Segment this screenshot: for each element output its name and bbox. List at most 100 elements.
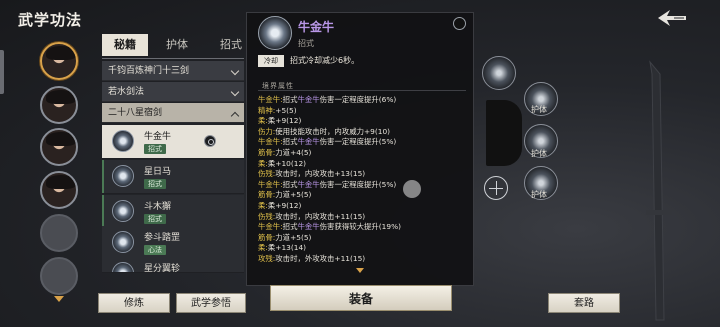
attribute-key: 筋骨: — [258, 232, 276, 242]
skill-detail-type: 招式 — [298, 39, 314, 48]
skill-row-niujinniu[interactable]: 牛金牛 招式 — [102, 125, 244, 159]
character-portrait-3[interactable] — [40, 128, 78, 166]
skill-icon — [112, 262, 134, 272]
attribute-value: 伤害一定程度提升(6%) — [319, 95, 397, 104]
attribute-key: 筋骨: — [258, 190, 276, 200]
attribute-line: 柔:柔+13(14) — [258, 243, 306, 254]
huti-slot-label: 护体 — [531, 149, 547, 158]
attribute-key: 柔: — [258, 158, 268, 168]
character-slot-empty[interactable] — [40, 257, 78, 295]
attribute-key: 伤残: — [258, 211, 276, 221]
attribute-value: 伤害获得较大提升(19%) — [319, 222, 401, 232]
attribute-value: 攻击时，外攻攻击+11(15) — [275, 254, 366, 263]
skill-name: 牛金牛 — [144, 132, 172, 142]
attribute-key: 攻残: — [258, 254, 276, 263]
character-portrait-1[interactable] — [40, 42, 78, 80]
attribute-line: 攻残:攻击时，外攻攻击+11(15) — [258, 254, 365, 265]
page-title: 武学功法 — [18, 11, 83, 29]
equip-slot-icon — [204, 135, 216, 147]
attribute-value: 柔+9(12) — [267, 201, 302, 210]
edge-grip-handle[interactable] — [0, 50, 4, 94]
attribute-key: 柔: — [258, 116, 268, 126]
attribute-value: 招式 — [282, 95, 298, 104]
attribute-value: 柔+10(12) — [267, 158, 307, 168]
skill-icon — [112, 130, 134, 152]
attribute-key: 牛金牛: — [258, 179, 283, 189]
drag-handle[interactable] — [403, 180, 421, 198]
group-label: 若水剑法 — [108, 87, 145, 97]
skill-detail-icon — [258, 16, 292, 50]
skill-tag: 招式 — [144, 144, 166, 154]
attribute-value: 伤害一定程度提升(5%) — [319, 137, 397, 147]
attribute-key: 柔: — [258, 201, 268, 210]
equip-slot-icon — [453, 17, 466, 30]
row-accent — [102, 195, 104, 228]
skill-detail-title: 牛金牛 — [298, 20, 335, 34]
attribute-key: 牛金牛: — [258, 222, 283, 232]
cultivate-button[interactable]: 修炼 — [98, 293, 170, 313]
character-portrait-2[interactable] — [40, 86, 78, 124]
attribute-value: 招式 — [282, 137, 298, 147]
crosshair-icon[interactable] — [484, 176, 508, 200]
slot-hub — [486, 100, 522, 166]
comprehend-button[interactable]: 武学参悟 — [176, 293, 246, 313]
skill-name-highlight: 牛金牛 — [297, 179, 320, 189]
character-portrait-4[interactable] — [40, 171, 78, 209]
attribute-line: 筋骨:力道+5(5) — [258, 190, 311, 201]
skill-row-xingfen[interactable]: 星分翼轸 — [102, 257, 244, 273]
attribute-key: 筋骨: — [258, 148, 276, 157]
huti-slot-label: 护体 — [531, 105, 547, 114]
skill-name: 星日马 — [144, 167, 172, 177]
skill-row-xingrima[interactable]: 星日马 招式 — [102, 160, 244, 194]
character-slot-empty[interactable] — [40, 214, 78, 252]
group-row-ershiba[interactable]: 二十八星宿剑 — [102, 103, 244, 123]
huti-slot-label: 护体 — [531, 190, 547, 199]
chevron-down-icon — [230, 66, 240, 76]
attribute-line: 筋骨:力道+4(5) — [258, 148, 311, 159]
skill-name: 星分翼轸 — [144, 264, 181, 273]
attribute-value: 力道+5(5) — [275, 190, 312, 200]
attribute-value: 攻击时，内攻攻击+11(15) — [275, 211, 366, 221]
attribute-line: 筋骨:力道+5(5) — [258, 233, 311, 244]
skill-name: 参斗踏罡 — [144, 233, 181, 243]
attribute-value: 招式 — [282, 179, 298, 189]
tab-miji[interactable]: 秘籍 — [102, 34, 148, 56]
group-label: 二十八星宿剑 — [108, 108, 163, 118]
scroll-down-icon[interactable] — [54, 296, 64, 302]
skill-name-highlight: 牛金牛 — [297, 137, 320, 147]
attribute-line: 牛金牛:招式牛金牛伤害一定程度提升(5%) — [258, 180, 396, 191]
chevron-down-icon — [230, 87, 240, 97]
back-arrow-icon[interactable] — [654, 6, 690, 30]
attribute-value: 招式 — [282, 222, 298, 232]
attribute-line: 牛金牛:招式牛金牛伤害一定程度提升(6%) — [258, 95, 396, 106]
group-label: 千钧百炼神门十三剑 — [108, 66, 190, 76]
attribute-line: 牛金牛:招式牛金牛伤害获得较大提升(19%) — [258, 222, 401, 233]
tab-divider — [102, 58, 244, 59]
skill-row-doumuxie[interactable]: 斗木獬 招式 — [102, 195, 244, 229]
group-row-qianjun[interactable]: 千钧百炼神门十三剑 — [102, 61, 244, 81]
equip-button[interactable]: 装备 — [270, 285, 452, 311]
attribute-line: 柔:柔+10(12) — [258, 159, 306, 170]
tab-huti[interactable]: 护体 — [154, 34, 200, 56]
sword-icon — [646, 60, 672, 321]
technique-slot-1[interactable] — [482, 56, 516, 90]
attribute-key: 柔: — [258, 243, 268, 253]
scroll-down-icon[interactable] — [356, 268, 364, 273]
cooldown-text: 招式冷却减少6秒。 — [290, 56, 360, 65]
cooldown-badge: 冷却 — [258, 55, 284, 67]
attribute-line: 伤力:使用技能攻击时，内攻威力+9(10) — [258, 127, 390, 138]
attribute-line: 牛金牛:招式牛金牛伤害一定程度提升(5%) — [258, 137, 396, 148]
attribute-value: +5(5) — [275, 105, 297, 115]
group-row-ruoshui[interactable]: 若水剑法 — [102, 82, 244, 102]
attribute-key: 伤残: — [258, 169, 276, 179]
attribute-value: 伤害一定程度提升(5%) — [319, 179, 397, 189]
skill-tag: 心法 — [144, 245, 166, 255]
attribute-line: 柔:柔+9(12) — [258, 201, 301, 212]
skill-row-candoutagang[interactable]: 参斗踏罡 心法 — [102, 226, 244, 260]
routine-button[interactable]: 套路 — [548, 293, 620, 313]
attribute-value: 力道+5(5) — [275, 232, 312, 242]
attribute-key: 精神: — [258, 105, 276, 115]
skill-tag: 招式 — [144, 179, 166, 189]
skill-icon — [112, 200, 134, 222]
skill-name: 斗木獬 — [144, 202, 172, 212]
